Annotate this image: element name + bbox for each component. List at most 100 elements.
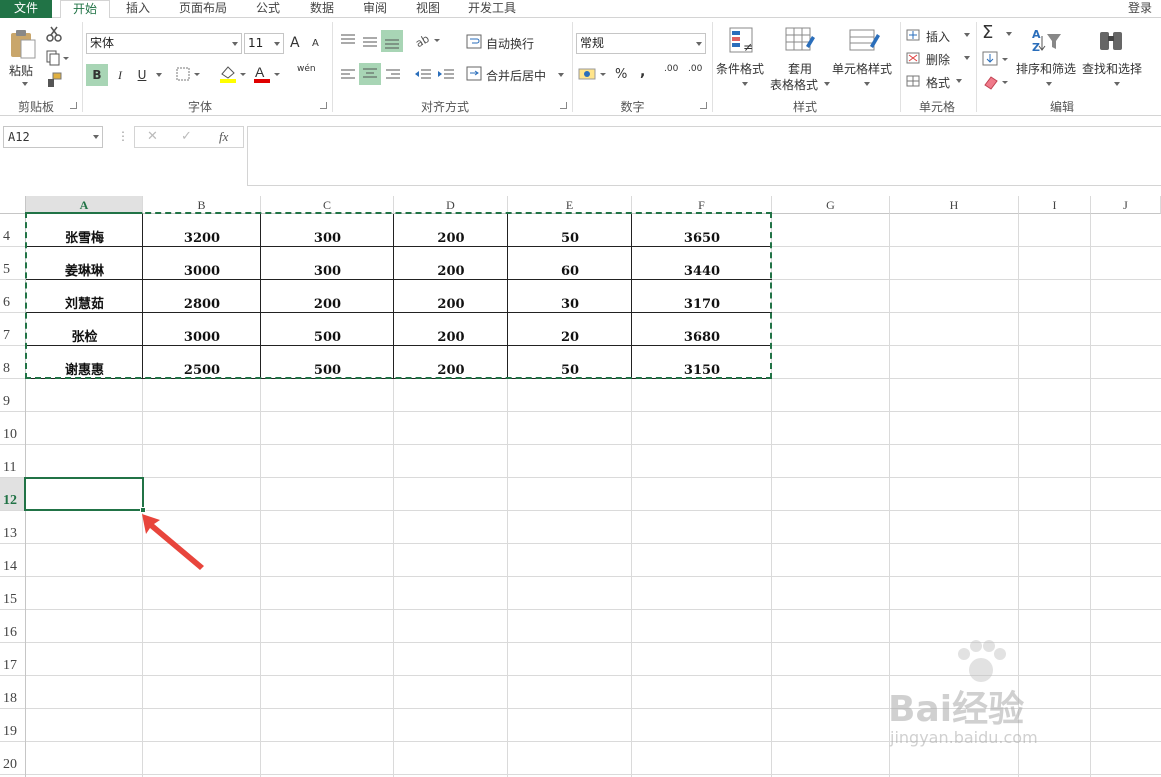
column-header-g[interactable]: G	[772, 196, 890, 214]
cell-f8[interactable]: 3150	[632, 346, 772, 379]
cell-e7[interactable]: 20	[508, 313, 632, 346]
delete-cells-button[interactable]: 删除	[906, 50, 970, 68]
column-header-d[interactable]: D	[394, 196, 508, 214]
align-center-icon[interactable]	[359, 63, 381, 85]
column-header-b[interactable]: B	[143, 196, 261, 214]
tab-home[interactable]: 开始	[60, 0, 110, 19]
format-painter-icon[interactable]	[46, 72, 62, 88]
italic-button[interactable]: I	[112, 64, 128, 86]
cell-d8[interactable]: 200	[394, 346, 508, 379]
paste-button[interactable]: 粘贴	[6, 26, 40, 86]
align-left-icon[interactable]	[338, 66, 358, 84]
tab-file[interactable]: 文件	[0, 0, 52, 18]
row-header-12[interactable]: 12	[0, 478, 25, 511]
cell-d6[interactable]: 200	[394, 280, 508, 313]
row-header-4[interactable]: 4	[0, 214, 25, 247]
cell-b7[interactable]: 3000	[143, 313, 261, 346]
font-size-select[interactable]: 11	[244, 33, 284, 54]
cell-e5[interactable]: 60	[508, 247, 632, 280]
row-header-19[interactable]: 19	[0, 709, 25, 742]
autosum-button[interactable]: Σ	[982, 22, 1014, 44]
row-header-18[interactable]: 18	[0, 676, 25, 709]
row-header-15[interactable]: 15	[0, 577, 25, 610]
cell-f5[interactable]: 3440	[632, 247, 772, 280]
column-header-a[interactable]: A	[26, 196, 143, 214]
decrease-decimal-button[interactable]: .00	[688, 64, 708, 74]
cell-c7[interactable]: 500	[261, 313, 394, 346]
cell-a8[interactable]: 谢惠惠	[26, 346, 143, 379]
cell-c4[interactable]: 300	[261, 214, 394, 247]
underline-button[interactable]: U	[134, 64, 150, 86]
login-link[interactable]: 登录	[1122, 0, 1158, 18]
enter-icon[interactable]: ✓	[181, 129, 192, 144]
row-header-6[interactable]: 6	[0, 280, 25, 313]
cell-c8[interactable]: 500	[261, 346, 394, 379]
tab-page-layout[interactable]: 页面布局	[172, 0, 234, 18]
cell-d5[interactable]: 200	[394, 247, 508, 280]
tab-review[interactable]: 审阅	[353, 0, 397, 18]
increase-decimal-button[interactable]: .00	[664, 64, 684, 74]
cell-e4[interactable]: 50	[508, 214, 632, 247]
cell-b4[interactable]: 3200	[143, 214, 261, 247]
row-header-17[interactable]: 17	[0, 643, 25, 676]
column-header-i[interactable]: I	[1019, 196, 1091, 214]
orientation-icon[interactable]: ab	[414, 32, 444, 50]
row-header-8[interactable]: 8	[0, 346, 25, 379]
align-middle-icon[interactable]	[360, 32, 380, 50]
active-cell[interactable]	[24, 477, 144, 511]
align-top-icon[interactable]	[338, 32, 358, 50]
cell-c6[interactable]: 200	[261, 280, 394, 313]
cell-e8[interactable]: 50	[508, 346, 632, 379]
decrease-indent-icon[interactable]	[413, 66, 433, 84]
cell-a7[interactable]: 张检	[26, 313, 143, 346]
tab-data[interactable]: 数据	[300, 0, 344, 18]
comma-button[interactable]: ,	[640, 64, 645, 80]
formula-input[interactable]	[247, 126, 1161, 186]
format-as-table-button[interactable]: 套用 表格格式	[770, 26, 830, 96]
column-header-c[interactable]: C	[261, 196, 394, 214]
row-header-14[interactable]: 14	[0, 544, 25, 577]
cell-styles-button[interactable]: 单元格样式	[832, 26, 896, 96]
underline-dropdown-icon[interactable]	[156, 73, 162, 77]
fill-down-icon[interactable]	[982, 50, 1012, 68]
tab-view[interactable]: 视图	[406, 0, 450, 18]
name-box[interactable]: A12	[3, 126, 103, 148]
font-launcher-icon[interactable]	[320, 102, 327, 109]
copy-icon[interactable]	[46, 50, 70, 66]
align-right-icon[interactable]	[383, 66, 403, 84]
format-cells-button[interactable]: 格式	[906, 73, 970, 91]
clear-icon[interactable]	[982, 73, 1012, 91]
percent-button[interactable]: %	[615, 67, 627, 82]
sort-filter-button[interactable]: AZ 排序和筛选	[1016, 26, 1078, 98]
find-select-button[interactable]: 查找和选择	[1082, 26, 1144, 98]
tab-developer[interactable]: 开发工具	[460, 0, 524, 18]
cancel-icon[interactable]: ✕	[147, 129, 158, 144]
row-header-11[interactable]: 11	[0, 445, 25, 478]
insert-cells-button[interactable]: 插入	[906, 27, 970, 45]
cell-a4[interactable]: 张雪梅	[26, 214, 143, 247]
border-icon[interactable]	[176, 67, 204, 83]
number-format-select[interactable]: 常规	[576, 33, 706, 54]
column-header-e[interactable]: E	[508, 196, 632, 214]
cell-b8[interactable]: 2500	[143, 346, 261, 379]
row-header-7[interactable]: 7	[0, 313, 25, 346]
font-name-select[interactable]: 宋体	[86, 33, 242, 54]
cell-a6[interactable]: 刘慧茹	[26, 280, 143, 313]
fill-color-icon[interactable]	[218, 64, 248, 84]
bold-button[interactable]: B	[86, 64, 108, 86]
accounting-format-icon[interactable]	[578, 66, 608, 84]
alignment-launcher-icon[interactable]	[560, 102, 567, 109]
cell-a5[interactable]: 姜琳琳	[26, 247, 143, 280]
cell-e6[interactable]: 30	[508, 280, 632, 313]
phonetic-button[interactable]: wén	[297, 64, 316, 74]
cell-b6[interactable]: 2800	[143, 280, 261, 313]
row-header-13[interactable]: 13	[0, 511, 25, 544]
cell-d4[interactable]: 200	[394, 214, 508, 247]
insert-function-icon[interactable]: fx	[219, 129, 228, 145]
column-header-j[interactable]: J	[1091, 196, 1161, 214]
cell-b5[interactable]: 3000	[143, 247, 261, 280]
column-header-f[interactable]: F	[632, 196, 772, 214]
row-header-20[interactable]: 20	[0, 742, 25, 775]
font-color-icon[interactable]: A	[252, 64, 282, 84]
cell-d7[interactable]: 200	[394, 313, 508, 346]
